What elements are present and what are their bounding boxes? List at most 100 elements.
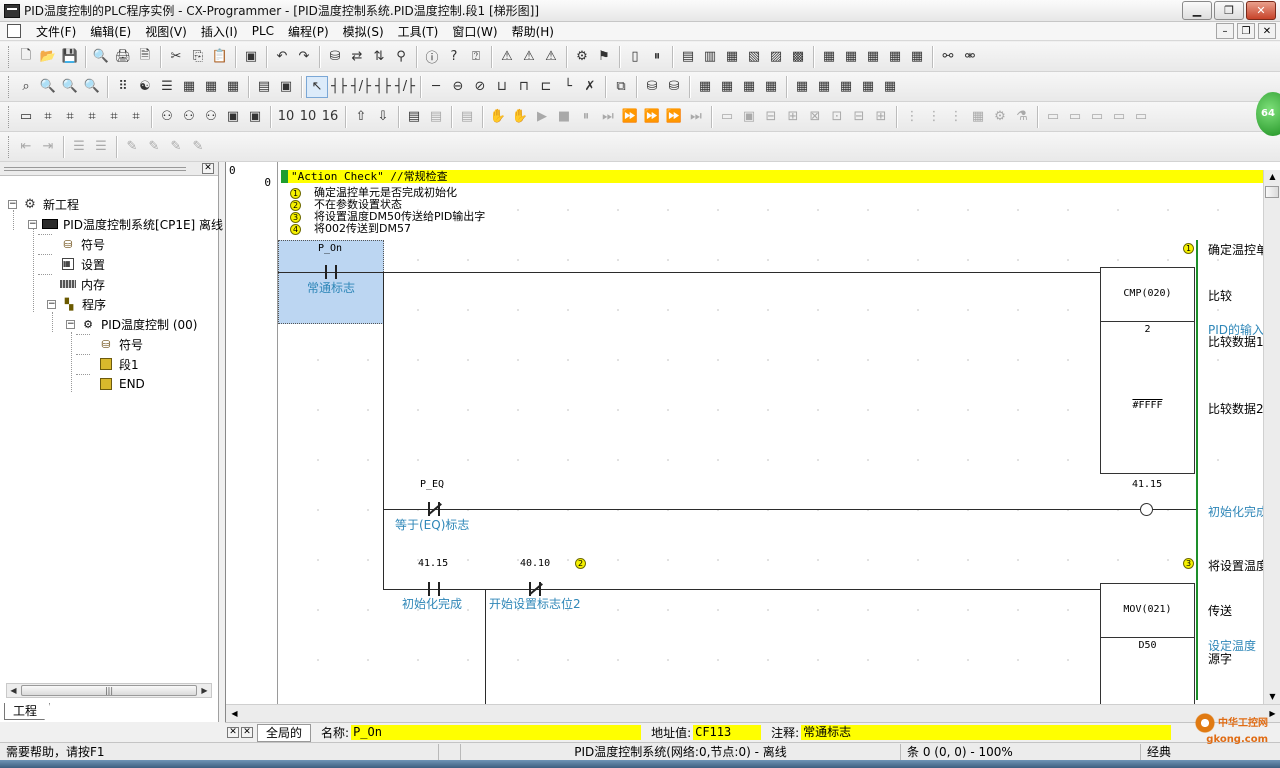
tree-item-memory[interactable]: 内存 — [60, 275, 105, 293]
toolbar-button-icon[interactable]: ▦ — [840, 46, 862, 68]
toolbar-button-icon[interactable]: ▦ — [738, 76, 760, 98]
panel-grip[interactable] — [4, 167, 186, 171]
toolbar-button-icon[interactable]: ┤/├ — [350, 76, 372, 98]
collapse-icon[interactable]: − — [47, 299, 56, 309]
toolbar-button-icon[interactable]: ─ — [425, 76, 447, 98]
contact-40-10[interactable] — [527, 582, 543, 596]
toolbar-button-icon[interactable]: ▦ — [813, 76, 835, 98]
toolbar-button-icon[interactable]: ▤ — [456, 106, 478, 128]
toolbar-button-icon[interactable]: ⊘ — [469, 76, 491, 98]
toolbar-button-icon[interactable]: ▦ — [967, 106, 989, 128]
tab-global[interactable]: 全局的 — [257, 723, 312, 742]
mdi-restore-button[interactable]: ❐ — [1237, 23, 1255, 39]
maximize-button[interactable]: ❐ — [1214, 1, 1244, 20]
close-icon[interactable]: ✕ — [202, 163, 214, 174]
toolbar-button-icon[interactable]: ☰ — [156, 76, 178, 98]
toolbar-button-icon[interactable]: ⋮ — [901, 106, 923, 128]
toolbar-button-icon[interactable]: ✋ — [509, 106, 531, 128]
toolbar-button-icon[interactable]: ⌗ — [81, 106, 103, 128]
toolbar-button-icon[interactable]: ▣ — [222, 106, 244, 128]
toolbar-button-icon[interactable]: ⏸ — [575, 106, 597, 128]
toolbar-button-icon[interactable]: ⊠ — [804, 106, 826, 128]
toolbar-button-icon[interactable]: ▧ — [743, 46, 765, 68]
address-field[interactable]: CF113 — [693, 725, 762, 740]
toolbar-button-icon[interactable]: ▣ — [240, 46, 262, 68]
toolbar-button-icon[interactable]: ⊞ — [870, 106, 892, 128]
toolbar-button-icon[interactable]: └ — [557, 76, 579, 98]
toolbar-button-icon[interactable]: ▦ — [906, 46, 928, 68]
toolbar-button-icon[interactable]: ↷ — [293, 46, 315, 68]
tree-item-settings[interactable]: ▦ 设置 — [60, 255, 105, 273]
scroll-thumb[interactable] — [1265, 186, 1279, 198]
toolbar-button-icon[interactable]: ┤/├ — [394, 76, 416, 98]
toolbar-button-icon[interactable]: 🔍 — [37, 76, 59, 98]
toolbar-grip[interactable] — [8, 45, 11, 68]
menu-insert[interactable]: 插入(I) — [194, 23, 245, 40]
toolbar-button-icon[interactable]: ▭ — [1130, 106, 1152, 128]
toolbar-button-icon[interactable]: ▦ — [200, 76, 222, 98]
toolbar-button-icon[interactable]: ▦ — [884, 46, 906, 68]
toolbar-button-icon[interactable]: ⊡ — [826, 106, 848, 128]
toolbar-button-icon[interactable]: ⚗ — [1011, 106, 1033, 128]
toolbar-button-icon[interactable]: 🔍 — [81, 76, 103, 98]
toolbar-button-icon[interactable]: ⍰ — [465, 46, 487, 68]
toolbar-button-icon[interactable]: ⚇ — [200, 106, 222, 128]
toolbar-button-icon[interactable]: ▥ — [699, 46, 721, 68]
menu-help[interactable]: 帮助(H) — [505, 23, 561, 40]
toolbar-button-icon[interactable]: ▶ — [531, 106, 553, 128]
toolbar-button-icon[interactable]: ▭ — [1086, 106, 1108, 128]
toolbar-button-icon[interactable]: 🔍 — [59, 76, 81, 98]
toolbar-button-icon[interactable]: ⛁ — [324, 46, 346, 68]
minimize-button[interactable]: ▁ — [1182, 1, 1212, 20]
toolbar-button-icon[interactable]: ⇧ — [350, 106, 372, 128]
scroll-up-icon[interactable]: ▲ — [1266, 170, 1279, 184]
toolbar-grip[interactable] — [8, 75, 11, 98]
contact-41-15[interactable] — [426, 582, 442, 596]
toolbar-button-icon[interactable]: ✗ — [579, 76, 601, 98]
toolbar-button-icon[interactable]: ┤├ — [372, 76, 394, 98]
toolbar-button-icon[interactable]: ⚙ — [571, 46, 593, 68]
toolbar-button-icon[interactable]: ┤├ — [328, 76, 350, 98]
tree-item-end[interactable]: END — [98, 375, 145, 393]
toolbar-button-icon[interactable]: 10 — [297, 106, 319, 128]
toolbar-button-icon[interactable]: ⚠ — [496, 46, 518, 68]
tree-item-task-symbols[interactable]: ⛁ 符号 — [98, 335, 143, 353]
toolbar-button-icon[interactable]: ⌗ — [125, 106, 147, 128]
toolbar-button-icon[interactable]: ▤ — [677, 46, 699, 68]
toolbar-button-icon[interactable]: ⋮ — [923, 106, 945, 128]
tree-item-symbols[interactable]: ⛁ 符号 — [60, 235, 105, 253]
toolbar-button-icon[interactable]: ⚲ — [390, 46, 412, 68]
toolbar-button-icon[interactable]: ▦ — [835, 76, 857, 98]
menu-view[interactable]: 视图(V) — [138, 23, 194, 40]
toolbar-button-icon[interactable]: ⊟ — [848, 106, 870, 128]
toolbar-button-icon[interactable]: ⏭ — [685, 106, 707, 128]
toolbar-button-icon[interactable]: 16 — [319, 106, 341, 128]
toolbar-button-icon[interactable]: ⇤ — [15, 136, 37, 158]
collapse-icon[interactable]: − — [66, 319, 75, 329]
mov-instruction-block[interactable]: MOV(021) D50 — [1100, 583, 1195, 704]
toolbar-grip[interactable] — [8, 135, 11, 158]
toolbar-button-icon[interactable]: ☰ — [90, 136, 112, 158]
close-icon[interactable]: ✕ — [241, 727, 253, 738]
toolbar-button-icon[interactable]: ⊏ — [535, 76, 557, 98]
toolbar-button-icon[interactable]: 10 — [275, 106, 297, 128]
toolbar-button-icon[interactable]: ⊖ — [447, 76, 469, 98]
contact-p-eq[interactable] — [426, 502, 442, 516]
toolbar-button-icon[interactable]: ✎ — [121, 136, 143, 158]
toolbar-button-icon[interactable]: 🗎 — [134, 46, 156, 68]
toolbar-button-icon[interactable]: ↖ — [306, 75, 328, 98]
comment-field[interactable]: 常通标志 — [801, 725, 1172, 740]
toolbar-button-icon[interactable]: ⏩ — [619, 106, 641, 128]
document-icon[interactable] — [7, 24, 21, 38]
toolbar-button-icon[interactable]: ⊞ — [782, 106, 804, 128]
toolbar-button-icon[interactable]: ▨ — [765, 46, 787, 68]
toolbar-button-icon[interactable]: ▭ — [15, 106, 37, 128]
toolbar-button-icon[interactable]: ⚯ — [937, 46, 959, 68]
toolbar-button-icon[interactable]: ☰ — [68, 136, 90, 158]
collapse-icon[interactable]: − — [28, 219, 37, 229]
toolbar-button-icon[interactable]: ✎ — [165, 136, 187, 158]
toolbar-button-icon[interactable]: ▦ — [760, 76, 782, 98]
toolbar-button-icon[interactable]: ✎ — [187, 136, 209, 158]
toolbar-button-icon[interactable]: ▣ — [738, 106, 760, 128]
toolbar-button-icon[interactable]: ▭ — [1108, 106, 1130, 128]
